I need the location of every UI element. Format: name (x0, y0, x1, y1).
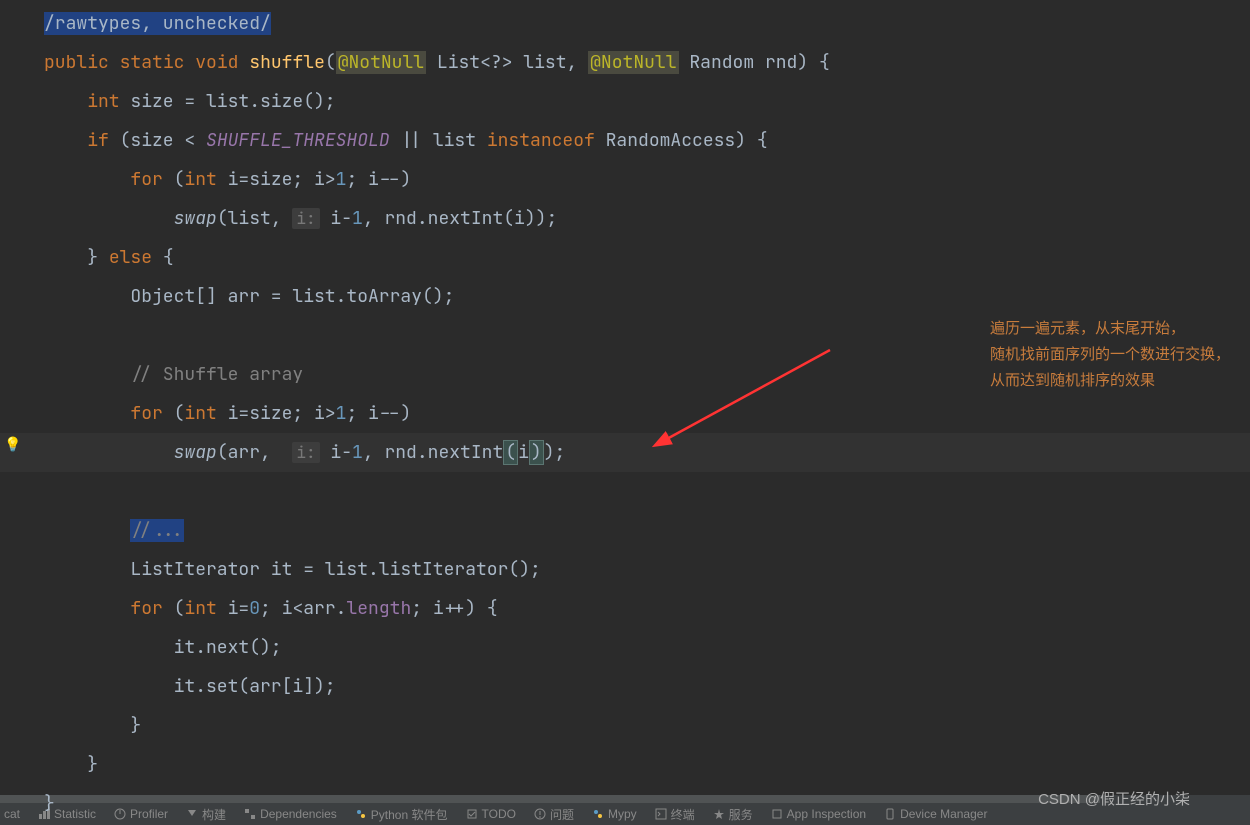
suppress-warnings: /rawtypes, unchecked/ (44, 12, 271, 35)
notnull-annotation: @NotNull (588, 51, 678, 74)
notnull-annotation: @NotNull (336, 51, 426, 74)
param-hint: i: (292, 442, 319, 463)
annotation-arrow (650, 340, 850, 460)
status-cat[interactable]: cat (4, 807, 20, 821)
bracket-match: ) (529, 440, 544, 465)
param-hint: i: (292, 208, 319, 229)
watermark: CSDN @假正经的小柒 (1038, 788, 1190, 809)
intention-bulb-icon[interactable]: 💡 (4, 436, 21, 454)
bracket-match: ( (503, 440, 518, 465)
code-annotation: 遍历一遍元素，从末尾开始， 随机找前面序列的一个数进行交换， 从而达到随机排序的… (990, 316, 1230, 394)
code-body[interactable]: /rawtypes, unchecked/ public static void… (44, 4, 1250, 823)
